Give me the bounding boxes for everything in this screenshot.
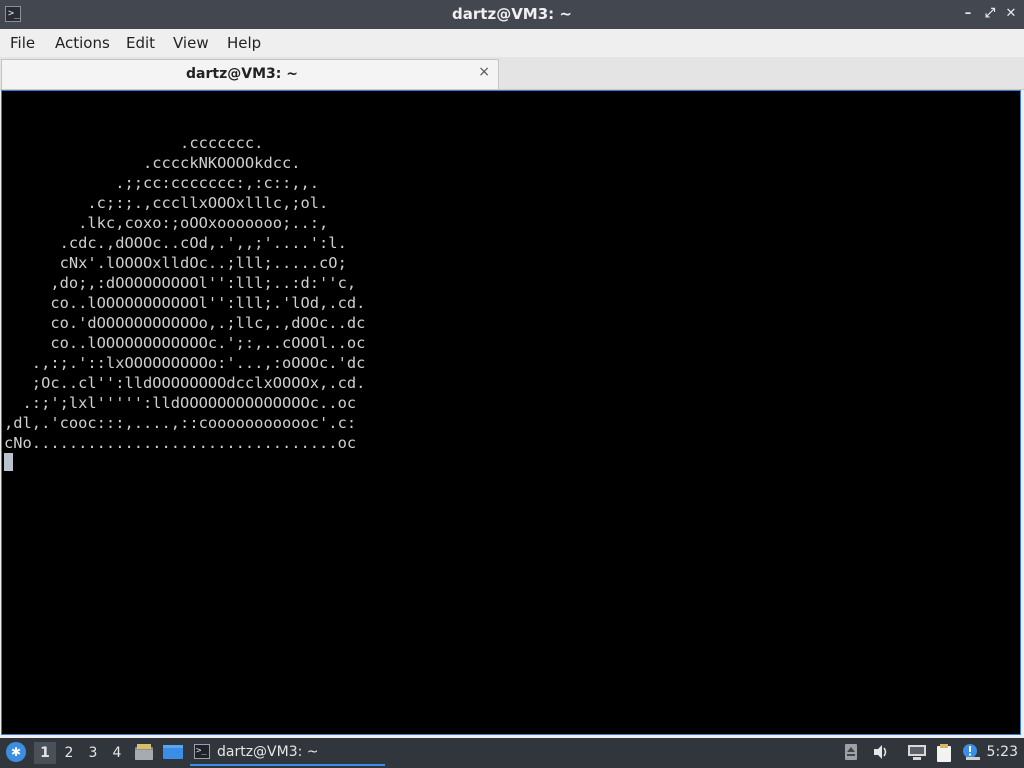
notification-icon[interactable] — [962, 743, 982, 761]
lxqt-start-icon[interactable]: ✱ — [6, 742, 26, 762]
workspace-1[interactable]: 1 — [34, 742, 56, 764]
taskbar: ✱ 1 2 3 4 >_ dartz@VM3: ~ 5:23 — [0, 738, 1024, 768]
tab-terminal[interactable]: dartz@VM3: ~ × — [1, 59, 499, 89]
clipboard-icon[interactable] — [934, 743, 954, 762]
volume-icon[interactable] — [872, 743, 890, 761]
terminal-cursor — [4, 453, 13, 471]
menu-bar: File Actions Edit View Help — [0, 29, 1024, 57]
menu-edit[interactable]: Edit — [126, 34, 155, 52]
file-manager-icon[interactable] — [134, 743, 154, 761]
menu-actions[interactable]: Actions — [55, 34, 110, 52]
workspace-2[interactable]: 2 — [58, 742, 80, 764]
minimize-icon[interactable]: – — [960, 6, 976, 22]
close-icon[interactable]: ✕ — [1003, 6, 1019, 22]
workspace-4[interactable]: 4 — [106, 742, 128, 764]
terminal-output: .ccccccc. .cccckNKOOOOkdcc. .;;cc:cccccc… — [4, 134, 366, 452]
workspace-3[interactable]: 3 — [82, 742, 104, 764]
tab-close-icon[interactable]: × — [478, 64, 490, 80]
menu-help[interactable]: Help — [227, 34, 261, 52]
show-desktop-icon[interactable] — [162, 743, 183, 761]
menu-view[interactable]: View — [173, 34, 209, 52]
maximize-icon[interactable]: ⤢ — [982, 6, 998, 22]
removable-media-icon[interactable] — [843, 743, 859, 761]
title-bar[interactable]: >_ dartz@VM3: ~ – ⤢ ✕ — [0, 0, 1024, 29]
terminal-icon: >_ — [194, 744, 210, 759]
terminal-window: >_ dartz@VM3: ~ – ⤢ ✕ File Actions Edit … — [0, 0, 1024, 738]
network-icon[interactable] — [907, 743, 927, 761]
task-label: dartz@VM3: ~ — [217, 744, 319, 760]
tab-bar: dartz@VM3: ~ × — [0, 57, 1024, 90]
window-title: dartz@VM3: ~ — [452, 5, 572, 23]
clock[interactable]: 5:23 — [987, 744, 1018, 760]
terminal-view[interactable]: .ccccccc. .cccckNKOOOOkdcc. .;;cc:cccccc… — [1, 90, 1021, 735]
taskbar-task-terminal[interactable]: >_ dartz@VM3: ~ — [190, 739, 385, 766]
menu-file[interactable]: File — [10, 34, 35, 52]
tab-title: dartz@VM3: ~ — [186, 66, 298, 82]
